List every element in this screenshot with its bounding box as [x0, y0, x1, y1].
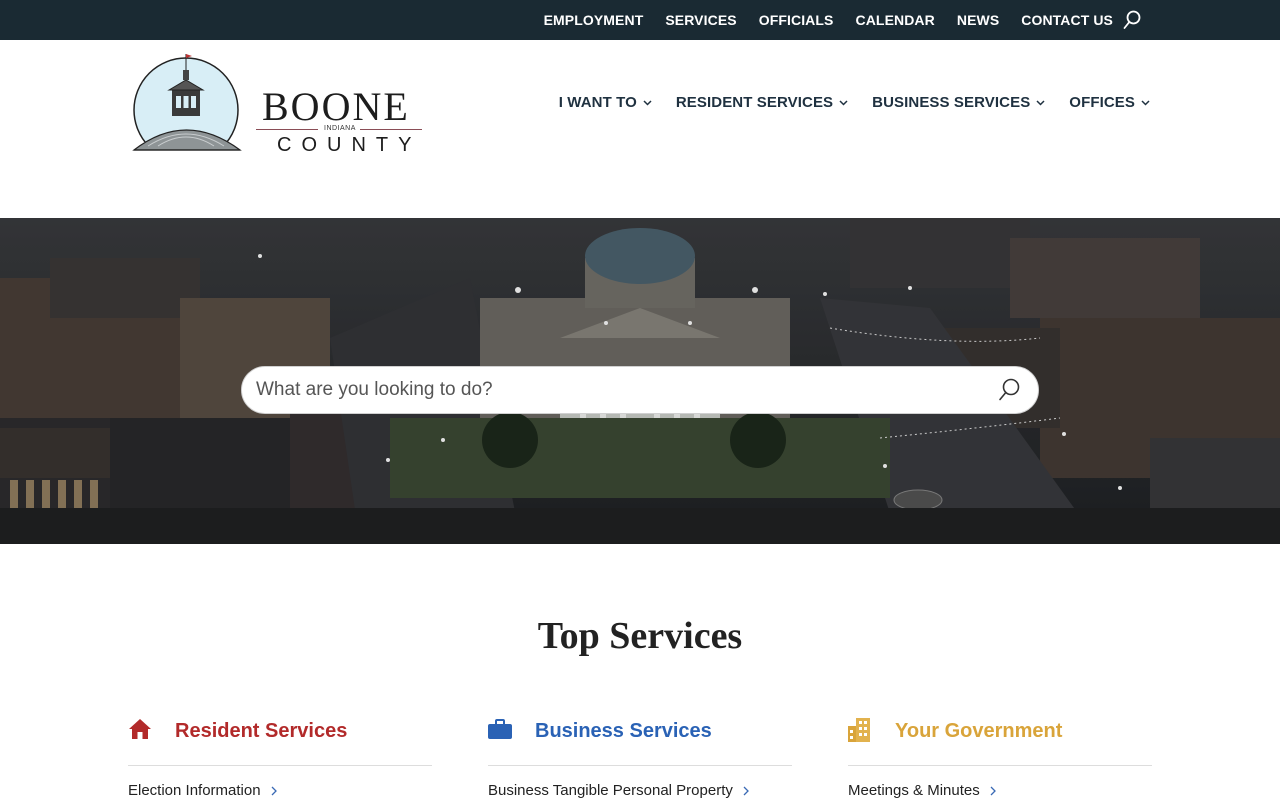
utility-bar: EMPLOYMENT SERVICES OFFICIALS CALENDAR N…	[0, 0, 1280, 40]
chevron-down-icon	[1036, 99, 1045, 106]
main-nav: I WANT TO RESIDENT SERVICES BUSINESS SER…	[535, 94, 1150, 111]
resident-services-column: Resident Services Election Information	[128, 716, 432, 799]
site-header: BOONE INDIANA COUNTY I WANT TO RESIDENT …	[0, 40, 1280, 218]
utility-nav: EMPLOYMENT SERVICES OFFICIALS CALENDAR N…	[544, 0, 1113, 40]
hero-search-box	[241, 366, 1039, 414]
nav-offices[interactable]: OFFICES	[1069, 94, 1150, 111]
chevron-right-icon	[990, 786, 996, 795]
house-icon	[128, 718, 152, 745]
utility-link-employment[interactable]: EMPLOYMENT	[544, 12, 644, 28]
briefcase-icon	[488, 718, 512, 745]
service-link[interactable]: Election Information	[128, 782, 432, 799]
logo-county-text: COUNTY	[277, 134, 422, 156]
chevron-down-icon	[839, 99, 848, 106]
your-government-column: Your Government Meetings & Minutes	[848, 716, 1152, 799]
utility-link-calendar[interactable]: CALENDAR	[856, 12, 935, 28]
courthouse-emblem-icon	[128, 54, 258, 163]
utility-link-services[interactable]: SERVICES	[665, 12, 736, 28]
service-link[interactable]: Business Tangible Personal Property	[488, 782, 792, 799]
column-title[interactable]: Business Services	[535, 720, 712, 743]
chevron-right-icon	[271, 786, 277, 795]
county-logo[interactable]: BOONE INDIANA COUNTY	[128, 50, 428, 163]
chevron-right-icon	[743, 786, 749, 795]
logo-boone-text: BOONE	[262, 84, 410, 129]
business-services-column: Business Services Business Tangible Pers…	[488, 716, 792, 799]
utility-link-contact-us[interactable]: CONTACT US	[1021, 12, 1113, 28]
search-icon[interactable]	[1123, 10, 1141, 30]
building-icon	[848, 718, 872, 747]
utility-link-news[interactable]: NEWS	[957, 12, 999, 28]
service-link-label: Business Tangible Personal Property	[488, 782, 733, 799]
nav-label: OFFICES	[1069, 94, 1135, 111]
nav-label: RESIDENT SERVICES	[675, 94, 834, 111]
chevron-down-icon	[1141, 99, 1150, 106]
service-link-label: Meetings & Minutes	[848, 782, 980, 799]
top-services-heading: Top Services	[537, 615, 743, 657]
nav-resident-services[interactable]: RESIDENT SERVICES	[676, 94, 848, 111]
utility-link-officials[interactable]: OFFICIALS	[759, 12, 834, 28]
column-header: Business Services	[488, 716, 792, 766]
logo-indiana-text: INDIANA	[324, 125, 356, 132]
column-title[interactable]: Your Government	[895, 720, 1062, 743]
chevron-down-icon	[643, 99, 652, 106]
logo-rule-right	[360, 129, 422, 130]
hero-banner	[0, 218, 1280, 544]
nav-business-services[interactable]: BUSINESS SERVICES	[872, 94, 1045, 111]
service-link[interactable]: Meetings & Minutes	[848, 782, 1152, 799]
column-header: Your Government	[848, 716, 1152, 766]
search-icon[interactable]	[998, 378, 1020, 407]
nav-i-want-to[interactable]: I WANT TO	[559, 94, 652, 111]
nav-label: BUSINESS SERVICES	[872, 94, 1031, 111]
nav-label: I WANT TO	[558, 94, 637, 111]
column-title[interactable]: Resident Services	[175, 720, 347, 743]
logo-rule-left	[256, 129, 318, 130]
hero-search-input[interactable]	[256, 367, 976, 413]
column-header: Resident Services	[128, 716, 432, 766]
service-link-label: Election Information	[128, 782, 261, 799]
